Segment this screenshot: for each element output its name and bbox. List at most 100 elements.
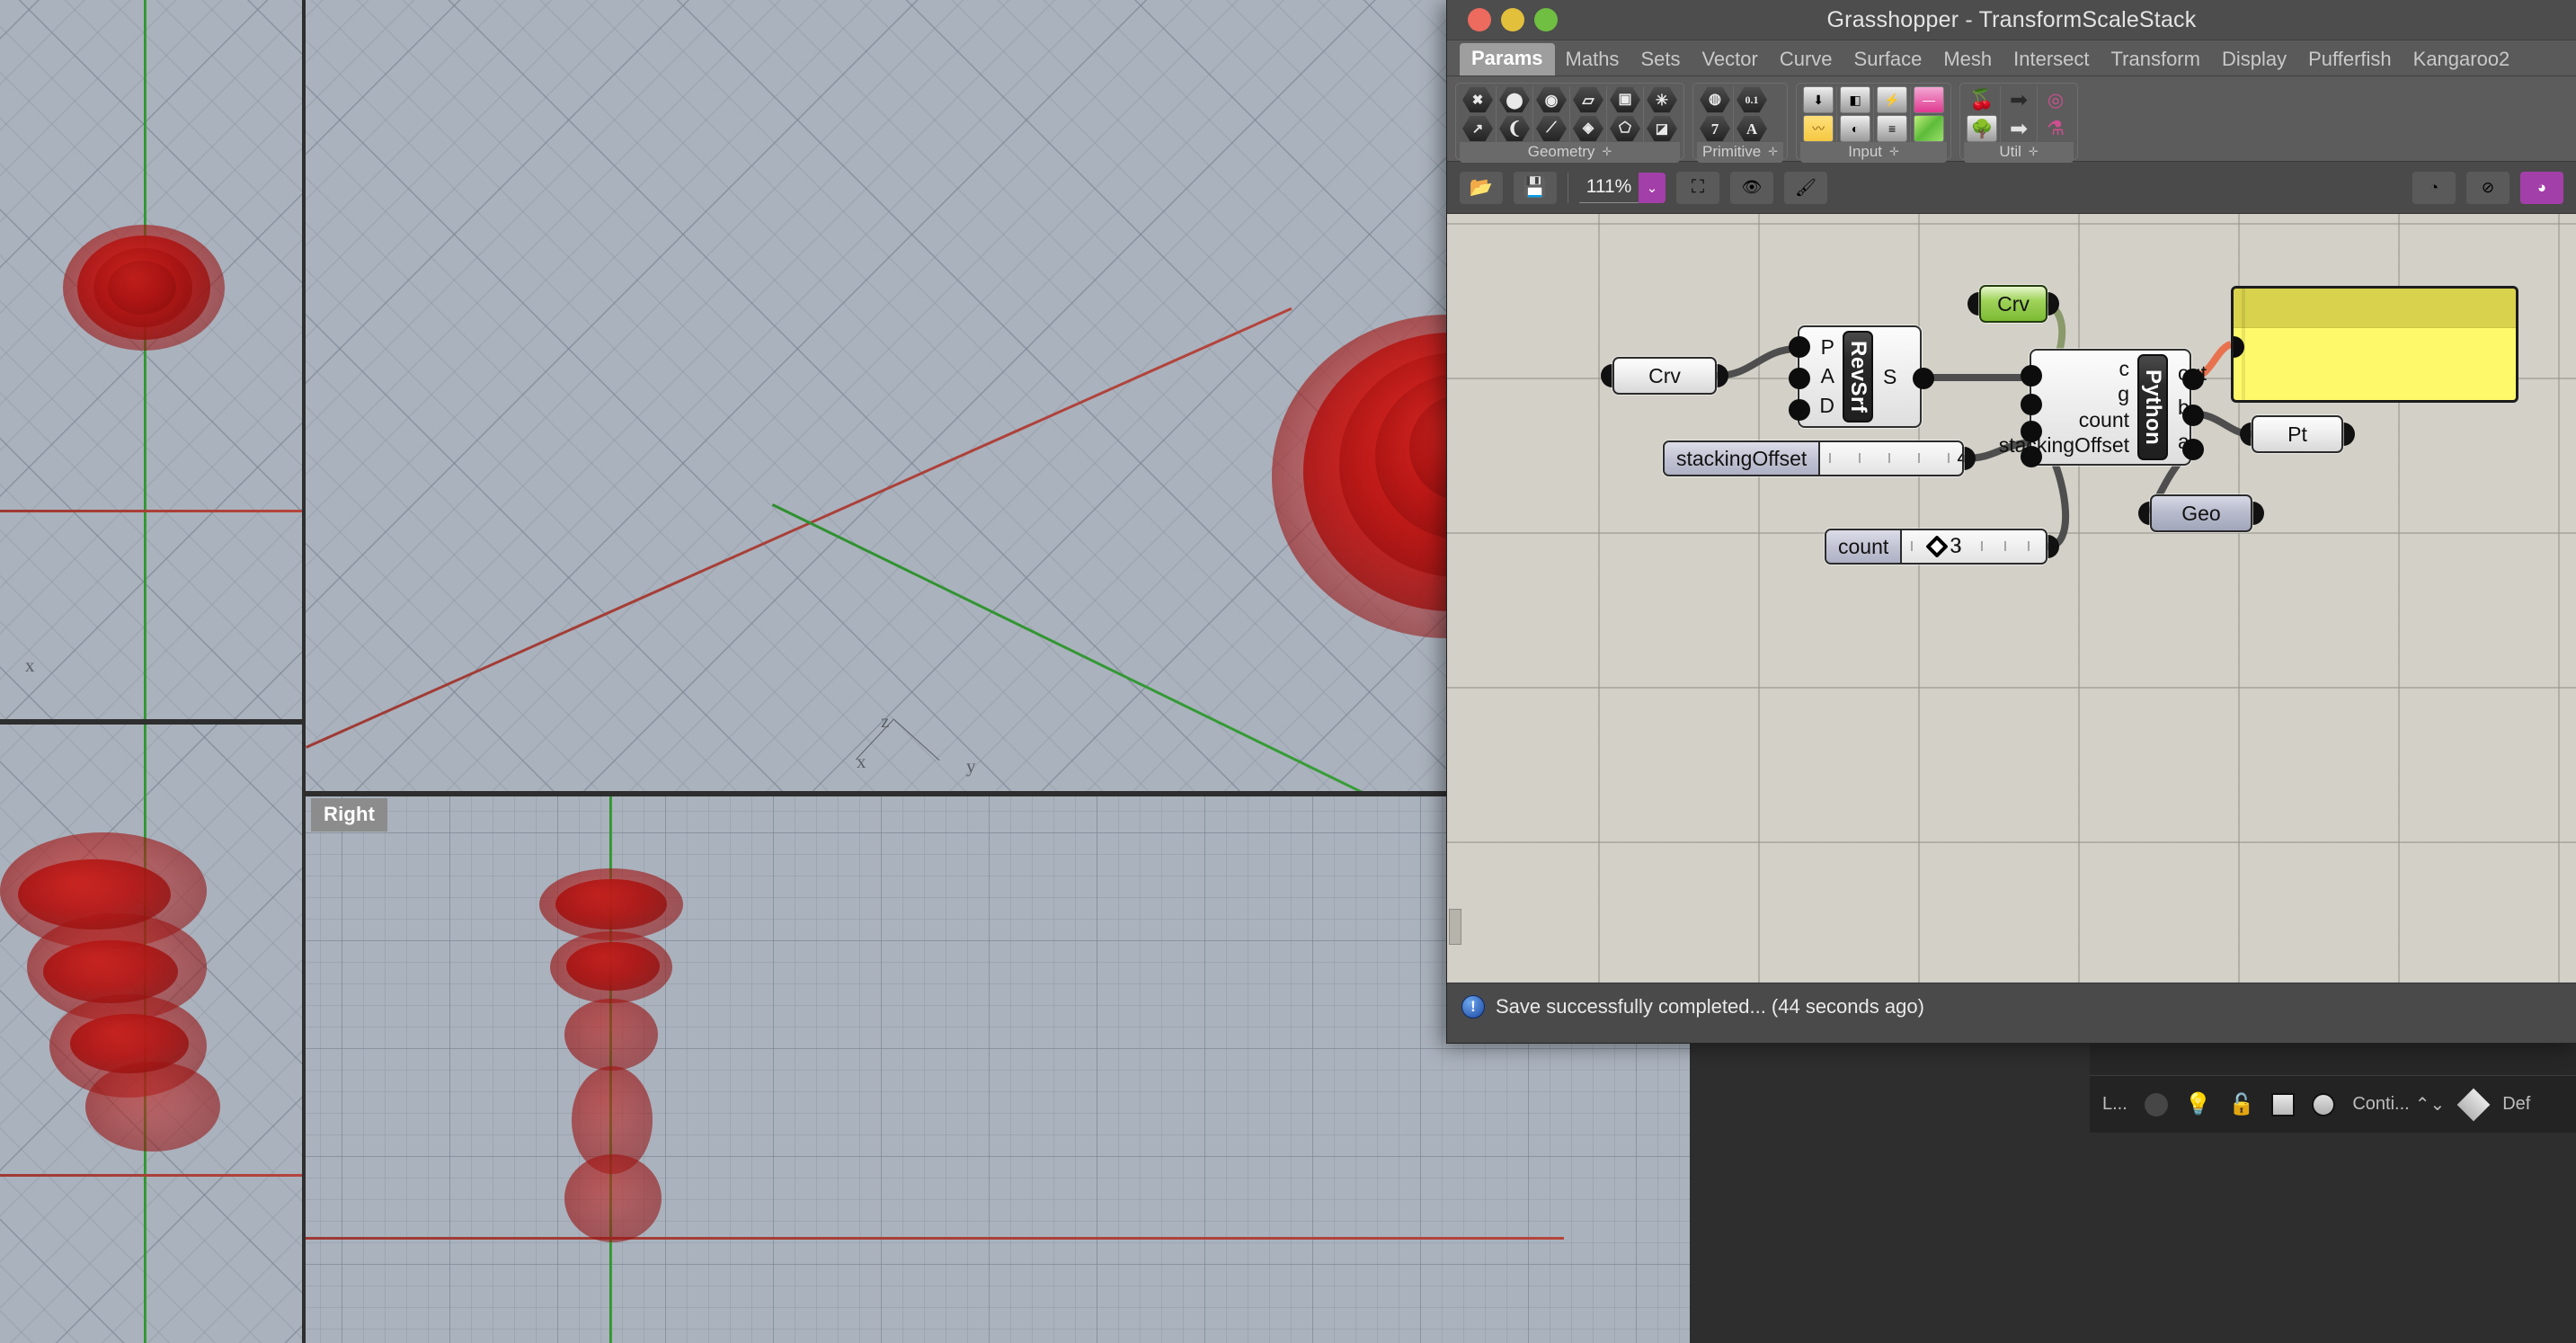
slider-track[interactable]: 3 [1902,530,2046,563]
unlock-icon[interactable]: 🔓 [2229,1092,2255,1116]
default-label[interactable]: Def [2502,1094,2530,1115]
flask-icon[interactable]: ⚗ [2040,115,2071,142]
diamond-icon[interactable] [2456,1088,2491,1121]
jump-icon[interactable]: ◎ [2040,86,2071,113]
param-crv-green[interactable]: Crv [1968,285,2059,323]
tab-maths[interactable]: Maths [1555,45,1630,76]
layer-label[interactable]: L... [2102,1094,2127,1115]
surface-param-icon[interactable]: ▱ [1573,86,1603,113]
minimize-button[interactable] [1501,8,1524,31]
integer-param-icon[interactable]: 7 [1700,115,1730,142]
geometry-cull-icon[interactable]: ✖ [1462,86,1493,113]
value-list-icon[interactable]: ⚡ [1877,86,1908,113]
param-pt-node[interactable]: Pt [2240,415,2355,453]
open-file-icon[interactable]: 📂 [1460,171,1503,204]
geometry-vector-icon[interactable]: ↗ [1462,115,1493,142]
canvas-toolbar[interactable]: 📂 💾 111% ⌄ ⛶ 👁 🖌 ◔ ⊘ ◕ [1447,162,2576,214]
param-geo[interactable]: Geo [2138,494,2264,532]
colour-swatch-icon[interactable] [1914,115,1945,142]
input-port-c[interactable] [2021,365,2042,387]
mesh-face-icon[interactable]: ◪ [1647,115,1677,142]
input-port[interactable] [1601,364,1612,387]
tab-pufferfish[interactable]: Pufferfish [2297,45,2403,76]
box-param-icon[interactable]: ▣ [1610,86,1640,113]
output-panel[interactable] [2231,286,2518,403]
slider-stackingoffset-node[interactable]: stackingOffset 45.223 [1663,440,1976,476]
tab-sets[interactable]: Sets [1630,45,1691,76]
curve-param-icon[interactable]: ◉ [1536,86,1567,113]
cherry-picker-icon[interactable]: 🍒 [1967,86,1997,113]
param-crv-input-node[interactable]: Crv [1601,357,1728,395]
multiline-panel-icon[interactable]: ≡ [1877,115,1908,142]
zoom-level-value[interactable]: 111% [1579,172,1639,203]
param-crv-green-node[interactable]: Crv [1968,285,2059,323]
chevron-updown-icon[interactable]: ⌃⌄ [2415,1093,2446,1116]
chevron-down-icon[interactable]: ⌄ [1639,172,1666,203]
brep-param-icon[interactable]: ⬠ [1610,115,1640,142]
profiler-icon[interactable]: ◕ [2520,171,2563,204]
param-crv-input[interactable]: Crv [1601,357,1728,395]
input-port-g[interactable] [2021,394,2042,415]
text-param-icon[interactable]: A [1737,115,1767,142]
zoom-extents-icon[interactable]: ⛶ [1676,171,1719,204]
circle-param-icon[interactable]: ⬤ [1499,86,1530,113]
slider-track[interactable]: 45.223 [1820,442,1962,475]
component-revsrf[interactable]: P A D RevSrf S [1789,325,1934,428]
save-file-icon[interactable]: 💾 [1514,171,1557,204]
viewport-bottom-left[interactable] [0,725,302,1343]
number-slider-icon[interactable]: ⬇ [1803,86,1834,113]
white-swatch[interactable] [2271,1092,2296,1116]
layer-color-swatch[interactable] [2144,1092,2168,1116]
output-port-out[interactable] [2182,369,2204,390]
gray-swatch[interactable] [2312,1092,2336,1116]
relay-light-icon[interactable]: ➡ [2003,115,2034,142]
viewport-top-left[interactable]: x [0,0,302,719]
group-pin-icon[interactable]: ✛ [1889,145,1899,159]
zoom-control[interactable]: 111% ⌄ [1568,172,1666,203]
data-tree-icon[interactable]: 🌳 [1967,115,1998,142]
tab-params[interactable]: Params [1460,43,1555,76]
close-button[interactable] [1468,8,1491,31]
knob-icon[interactable]: ◐ [1840,115,1871,142]
slider-count[interactable]: count 3 [1825,529,2059,565]
arc-param-icon[interactable]: ❨ [1499,115,1530,142]
relay-dark-icon[interactable]: ➡ [2003,86,2034,113]
input-port-p[interactable] [1789,336,1810,358]
input-port[interactable] [2138,502,2150,525]
boolean-toggle-icon[interactable]: ◧ [1840,86,1871,113]
number-param-icon[interactable]: 0.1 [1737,86,1767,113]
ribbon-tabs[interactable]: Params Maths Sets Vector Curve Surface M… [1447,40,2576,76]
slider-stackingoffset[interactable]: stackingOffset 45.223 [1663,440,1976,476]
zoom-button[interactable] [1534,8,1558,31]
input-port-d[interactable] [1789,399,1810,421]
continuity-label[interactable]: Conti... ⌃⌄ [2352,1093,2445,1116]
tab-curve[interactable]: Curve [1769,45,1843,76]
tab-intersect[interactable]: Intersect [2003,45,2100,76]
rhino-status-bar[interactable]: L... 💡 🔓 Conti... ⌃⌄ Def [2090,1075,2576,1133]
tab-vector[interactable]: Vector [1691,45,1768,76]
tab-kangaroo2[interactable]: Kangaroo2 [2403,45,2521,76]
definition-canvas[interactable]: Crv P A D RevSrf S Crv c g count stackin… [1447,214,2576,983]
plane-param-icon[interactable]: ◈ [1573,115,1603,142]
light-bulb-icon[interactable]: 💡 [2185,1091,2212,1117]
window-title-bar[interactable]: Grasshopper - TransformScaleStack [1447,0,2576,40]
group-pin-icon[interactable]: ✛ [1768,145,1778,159]
bake-icon[interactable]: 🖌 [1784,171,1827,204]
slider-handle[interactable] [1925,535,1949,558]
input-port-count[interactable] [2021,421,2042,442]
gradient-icon[interactable]: — [1914,86,1945,113]
graph-mapper-icon[interactable]: 〰 [1803,115,1834,142]
viewport-label-right[interactable]: Right [311,798,388,832]
component-revsrf-node[interactable]: P A D RevSrf S [1789,325,1934,428]
widget-icon[interactable]: ◔ [2412,171,2456,204]
tab-surface[interactable]: Surface [1843,45,1933,76]
output-port-s[interactable] [1913,368,1934,389]
preview-toggle-icon[interactable]: 👁 [1730,171,1773,204]
mesh-param-icon[interactable]: ✳ [1647,86,1677,113]
input-port[interactable] [1968,292,1979,316]
disable-icon[interactable]: ⊘ [2466,171,2509,204]
input-port-a[interactable] [1789,368,1810,389]
tab-mesh[interactable]: Mesh [1932,45,2003,76]
group-pin-icon[interactable]: ✛ [2029,145,2039,159]
param-geo-node[interactable]: Geo [2138,494,2264,532]
